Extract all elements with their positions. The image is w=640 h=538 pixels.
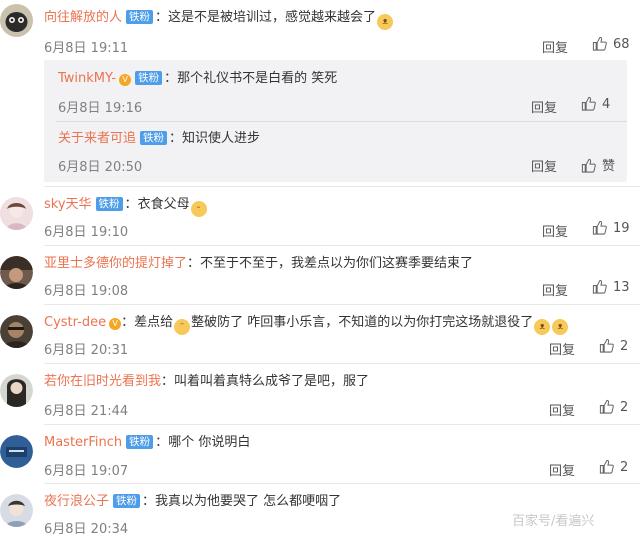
fan-badge[interactable]: 铁粉: [135, 71, 163, 85]
thumbs-up-icon: [599, 459, 614, 474]
comment-time: 6月8日 21:44: [44, 404, 129, 419]
laughing-emoji-icon: ᵕ: [190, 201, 207, 217]
like-count: 13: [613, 280, 630, 295]
avatar[interactable]: [0, 256, 33, 289]
reply-button[interactable]: 回复: [549, 339, 575, 358]
reply-button[interactable]: 回复: [531, 156, 557, 175]
divider: [44, 424, 640, 425]
comment-time: 6月8日 19:07: [44, 464, 129, 479]
thumbs-up-icon: [599, 399, 614, 414]
comment-line: 夜行浪公子 铁粉 ：我真以为他要哭了 怎么都哽咽了: [44, 494, 342, 509]
comment-text: 不至于不至于，我差点以为你们这赛季要结束了: [200, 256, 474, 271]
comment-line: MasterFinch 铁粉 ：哪个 你说明白: [44, 435, 251, 450]
fan-badge[interactable]: 铁粉: [95, 197, 123, 211]
like-count: 2: [620, 339, 629, 354]
thumbs-up-icon: [599, 338, 614, 353]
comment-line: 若你在旧时光看到我：叫着叫着真特么成爷了是吧，服了: [44, 374, 370, 389]
like-button[interactable]: 2: [599, 338, 628, 354]
like-button[interactable]: 2: [599, 459, 628, 475]
fan-badge[interactable]: 铁粉: [126, 10, 154, 24]
divider: [56, 121, 627, 122]
username-link[interactable]: 关于来者可追: [58, 131, 136, 146]
watermark: 百家号/看遍兴: [512, 514, 595, 529]
comment-line: Cystr-dee V ：差点给 ᵔ 整破防了 咋回事小乐言，不知道的以为你打完这场就退…: [44, 314, 569, 335]
reply-line: 关于来者可追 铁粉 ：知识使人进步: [58, 131, 261, 146]
reply-time: 6月8日 19:16: [58, 101, 143, 116]
avatar[interactable]: [0, 494, 33, 527]
fan-badge[interactable]: 铁粉: [126, 435, 154, 449]
reply-button[interactable]: 回复: [549, 460, 575, 479]
divider: [44, 245, 640, 246]
comment-text: 叫着叫着真特么成爷了是吧，服了: [174, 374, 370, 389]
like-count: 68: [613, 37, 630, 52]
avatar[interactable]: [0, 315, 33, 348]
comment-line: sky天华 铁粉 ：衣食父母 ᵕ: [44, 196, 208, 217]
thumbs-up-icon: [581, 158, 596, 173]
sweat-emoji-icon: ᵔ: [174, 319, 191, 335]
doge-emoji-icon: ᴥ: [552, 319, 569, 335]
comment-time: 6月8日 20:31: [44, 343, 129, 358]
comment-time: 6月8日 20:34: [44, 522, 129, 537]
reply-text: 那个礼仪书不是白看的 笑死: [177, 71, 338, 86]
divider: [44, 186, 640, 187]
comment-text: 整破防了 咋回事小乐言，不知道的以为你打完这场就退役了: [191, 315, 534, 330]
like-count: 4: [602, 97, 611, 112]
username-link[interactable]: 若你在旧时光看到我: [44, 374, 161, 389]
comment-line: 亚里士多德你的提灯掉了：不至于不至于，我差点以为你们这赛季要结束了: [44, 256, 474, 271]
like-button[interactable]: 68: [592, 36, 630, 52]
reply-button[interactable]: 回复: [549, 400, 575, 419]
doge-emoji-icon: ᴥ: [534, 319, 551, 335]
comment-line: 向往解放的人 铁粉 ：这是不是被培训过，感觉越来越会了 ᴥ: [44, 9, 394, 30]
reply-button[interactable]: 回复: [542, 37, 568, 56]
cat-emoji-icon: ᴥ: [377, 14, 394, 30]
like-button[interactable]: 4: [581, 96, 610, 112]
username-link[interactable]: 夜行浪公子: [44, 494, 109, 509]
thumbs-up-icon: [581, 96, 596, 111]
like-count: 赞: [602, 159, 616, 174]
reply-time: 6月8日 20:50: [58, 160, 143, 175]
avatar[interactable]: [0, 197, 33, 230]
username-link[interactable]: Cystr-dee: [44, 315, 106, 330]
like-count: 2: [620, 400, 629, 415]
reply-button[interactable]: 回复: [542, 221, 568, 240]
like-button[interactable]: 19: [592, 220, 630, 236]
reply-text: 知识使人进步: [182, 131, 261, 146]
thumbs-up-icon: [592, 36, 607, 51]
divider: [44, 304, 640, 305]
avatar[interactable]: [0, 4, 33, 37]
comment-time: 6月8日 19:08: [44, 284, 129, 299]
comment-text: 这是不是被培训过，感觉越来越会了: [168, 10, 377, 25]
avatar[interactable]: [0, 374, 33, 407]
reply-line: TwinkMY- V 铁粉 ：那个礼仪书不是白看的 笑死: [58, 71, 338, 86]
divider: [44, 483, 640, 484]
thumbs-up-icon: [592, 220, 607, 235]
like-count: 19: [613, 221, 630, 236]
vip-icon: V: [119, 74, 132, 86]
comment-text: 哪个 你说明白: [168, 435, 251, 450]
like-button[interactable]: 2: [599, 399, 628, 415]
comment-text: 差点给: [134, 315, 174, 330]
comment-time: 6月8日 19:10: [44, 225, 129, 240]
fan-badge[interactable]: 铁粉: [140, 131, 168, 145]
like-count: 2: [620, 460, 629, 475]
username-link[interactable]: 亚里士多德你的提灯掉了: [44, 256, 187, 271]
comment-time: 6月8日 19:11: [44, 41, 129, 56]
comment-text: 衣食父母: [137, 197, 190, 212]
comment-text: 我真以为他要哭了 怎么都哽咽了: [155, 494, 342, 509]
thumbs-up-icon: [592, 279, 607, 294]
avatar[interactable]: [0, 435, 33, 468]
username-link[interactable]: 向往解放的人: [44, 10, 122, 25]
like-button[interactable]: 13: [592, 279, 630, 295]
reply-button[interactable]: 回复: [542, 280, 568, 299]
like-button[interactable]: 赞: [581, 155, 615, 174]
username-link[interactable]: TwinkMY-: [58, 71, 116, 86]
username-link[interactable]: sky天华: [44, 197, 92, 212]
reply-box: TwinkMY- V 铁粉 ：那个礼仪书不是白看的 笑死 6月8日 19:16 回复 …: [44, 60, 627, 182]
username-link[interactable]: MasterFinch: [44, 435, 122, 450]
vip-icon: V: [109, 318, 122, 330]
divider: [44, 363, 640, 364]
fan-badge[interactable]: 铁粉: [113, 494, 141, 508]
reply-button[interactable]: 回复: [531, 97, 557, 116]
